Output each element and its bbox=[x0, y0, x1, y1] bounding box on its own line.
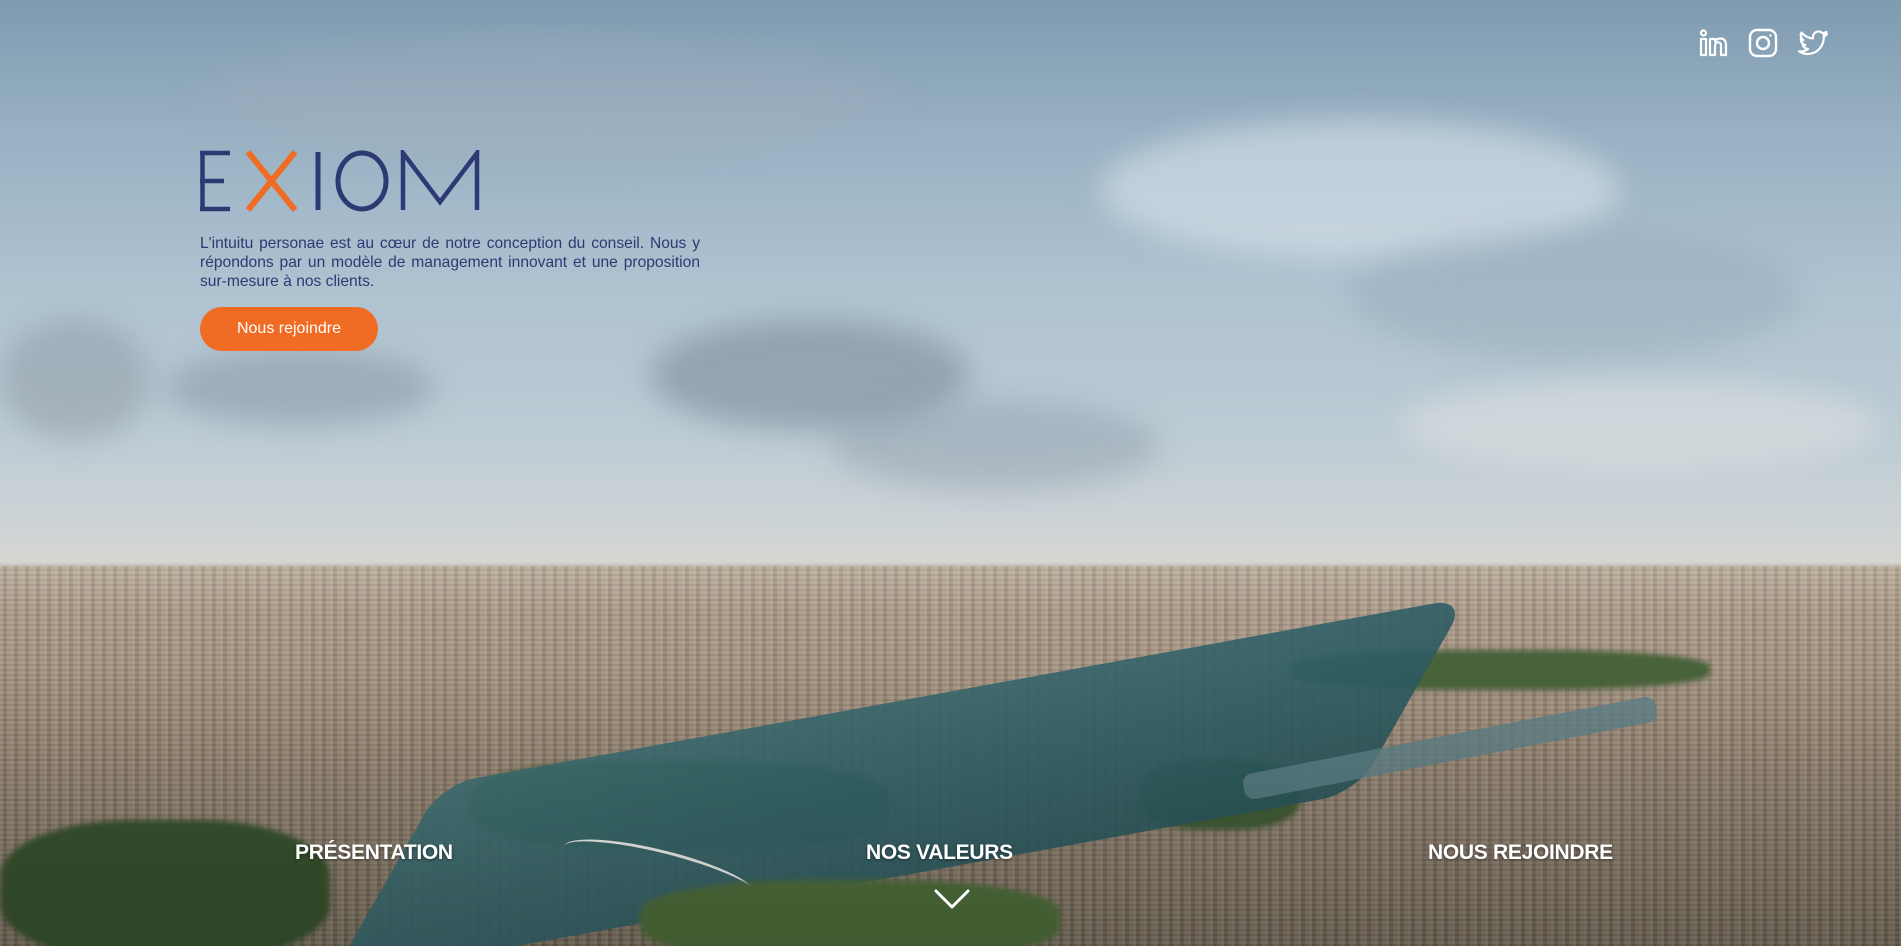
nav-nos-valeurs[interactable]: NOS VALEURS bbox=[866, 841, 1013, 865]
linkedin-icon[interactable] bbox=[1697, 27, 1729, 59]
nav-nous-rejoindre[interactable]: NOUS REJOINDRE bbox=[1428, 841, 1613, 865]
join-us-button[interactable]: Nous rejoindre bbox=[200, 307, 378, 351]
social-links bbox=[1697, 27, 1829, 59]
background-shade bbox=[0, 0, 1901, 946]
hero-section: L'intuitu personae est au cœur de notre … bbox=[0, 0, 1901, 946]
intro-text: L'intuitu personae est au cœur de notre … bbox=[200, 235, 700, 290]
twitter-icon[interactable] bbox=[1797, 27, 1829, 59]
chevron-down-icon[interactable] bbox=[934, 888, 970, 910]
instagram-icon[interactable] bbox=[1747, 27, 1779, 59]
nav-presentation[interactable]: PRÉSENTATION bbox=[295, 841, 453, 865]
hero-content: L'intuitu personae est au cœur de notre … bbox=[200, 150, 700, 351]
exiom-logo bbox=[200, 150, 480, 212]
